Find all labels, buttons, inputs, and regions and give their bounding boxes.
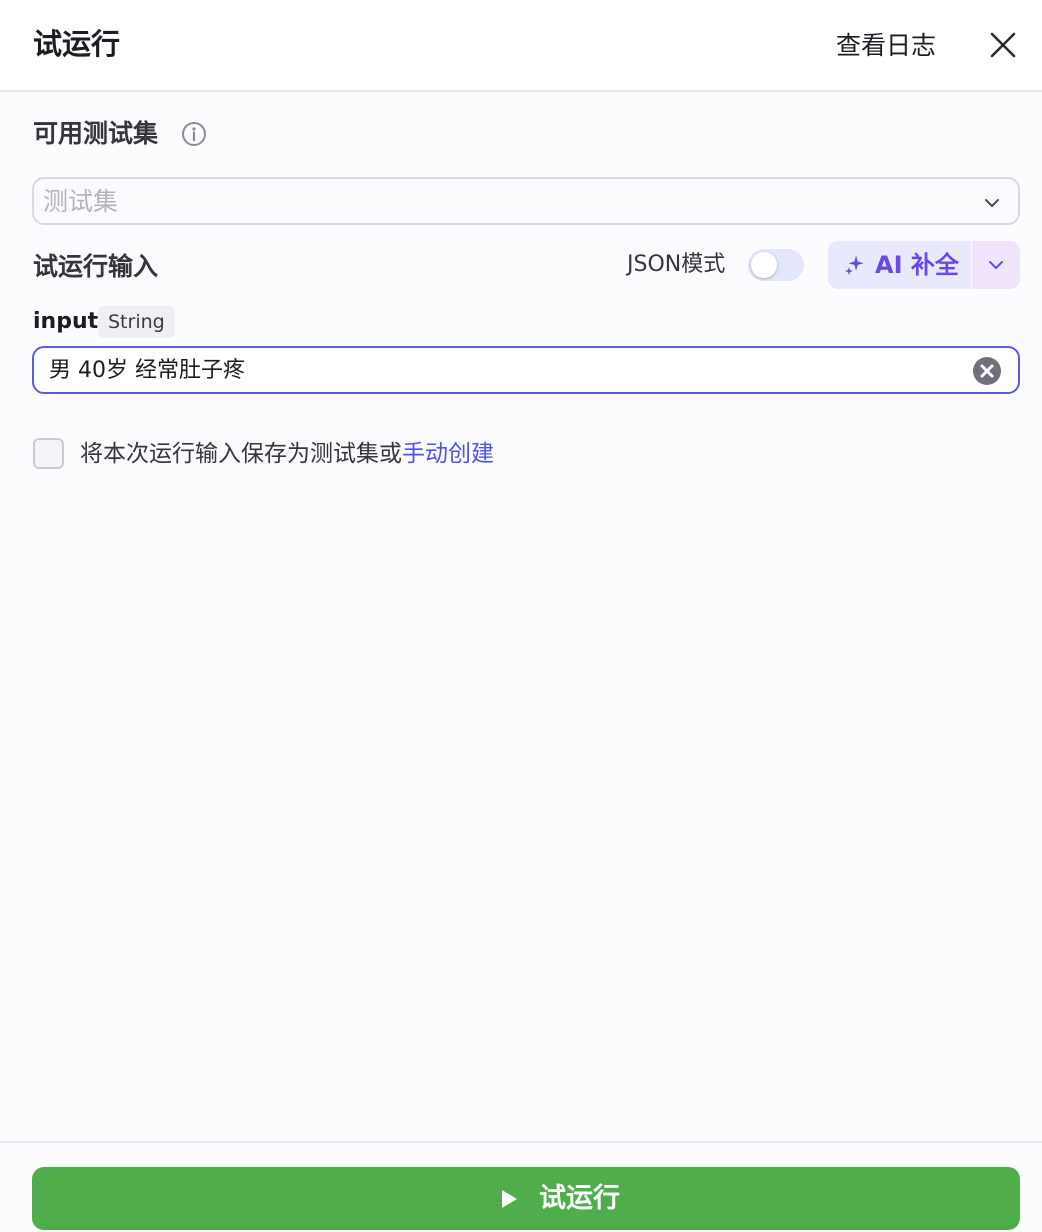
json-mode-toggle[interactable] xyxy=(748,249,804,281)
ai-complete-button[interactable]: AI 补全 xyxy=(828,241,971,289)
close-button[interactable] xyxy=(986,28,1020,62)
testset-label: 可用测试集 xyxy=(33,119,159,148)
panel-header: 试运行 查看日志 xyxy=(0,0,1042,92)
ai-complete-dropdown[interactable] xyxy=(972,241,1020,289)
run-input-label: 试运行输入 xyxy=(33,252,159,281)
ai-complete-label: AI 补全 xyxy=(875,251,959,279)
manual-create-link[interactable]: 手动创建 xyxy=(402,441,494,467)
testset-select[interactable]: 测试集 xyxy=(32,177,1020,225)
info-icon[interactable] xyxy=(181,121,207,147)
run-button[interactable]: 试运行 xyxy=(32,1167,1020,1230)
close-icon xyxy=(990,32,1016,58)
json-mode-label: JSON模式 xyxy=(627,252,726,277)
param-type-badge: String xyxy=(98,306,175,338)
panel-title: 试运行 xyxy=(33,27,121,61)
toggle-knob xyxy=(751,252,777,278)
play-icon xyxy=(502,1190,517,1208)
footer-divider xyxy=(0,1141,1042,1143)
param-name: input xyxy=(33,309,99,334)
clear-icon[interactable] xyxy=(973,357,1001,385)
save-testset-text: 将本次运行输入保存为测试集或手动创建 xyxy=(80,437,494,471)
save-testset-label: 将本次运行输入保存为测试集或 xyxy=(80,441,402,467)
input-value[interactable]: 男 40岁 经常肚子疼 xyxy=(49,354,245,388)
run-button-label: 试运行 xyxy=(539,1183,620,1214)
testset-placeholder: 测试集 xyxy=(43,187,119,216)
save-testset-checkbox[interactable] xyxy=(33,438,64,469)
sparkle-icon xyxy=(845,255,864,275)
chevron-down-icon xyxy=(985,199,999,207)
chevron-down-icon xyxy=(989,261,1003,269)
view-log-button[interactable]: 查看日志 xyxy=(836,26,936,66)
input-field[interactable]: 男 40岁 经常肚子疼 xyxy=(32,346,1020,394)
